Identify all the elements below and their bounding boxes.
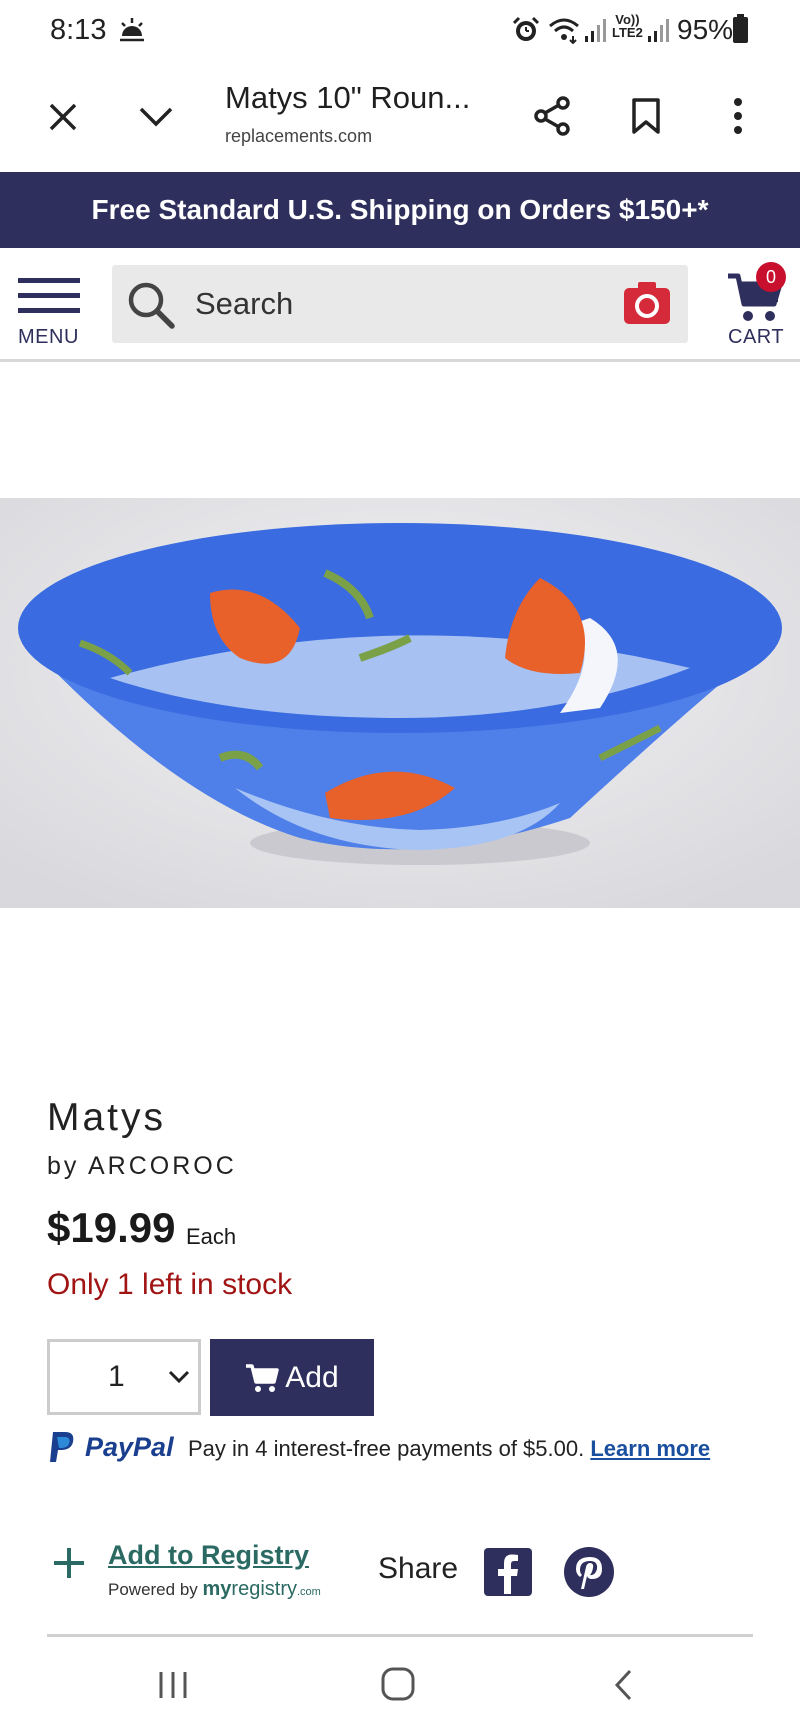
facebook-share-button[interactable] bbox=[484, 1548, 532, 1596]
share-label: Share bbox=[378, 1552, 459, 1585]
quantity-select[interactable]: 1 bbox=[47, 1339, 201, 1415]
promo-text: Free Standard U.S. Shipping on Orders $1… bbox=[91, 194, 709, 225]
price-unit: Each bbox=[186, 1224, 237, 1249]
share-button[interactable] bbox=[526, 90, 578, 142]
battery-percent: 95% bbox=[677, 14, 734, 45]
paypal-installment-text: Pay in 4 interest-free payments of $5.00… bbox=[188, 1436, 585, 1461]
myregistry-logo: myregistry bbox=[203, 1578, 297, 1600]
cart-count-badge: 0 bbox=[756, 262, 786, 292]
bowl-illustration bbox=[0, 498, 800, 908]
battery-icon bbox=[733, 14, 748, 43]
learn-more-link[interactable]: Learn more bbox=[590, 1436, 710, 1461]
menu-label: MENU bbox=[18, 326, 79, 348]
product-name: Matys bbox=[47, 1096, 167, 1139]
chevron-down-icon bbox=[168, 1370, 190, 1384]
add-to-cart-button[interactable]: Add bbox=[210, 1339, 374, 1416]
myregistry-registry: registry bbox=[231, 1578, 297, 1600]
registry-powered-by: Powered by myregistry.com bbox=[108, 1578, 321, 1601]
add-button-label: Add bbox=[285, 1360, 339, 1394]
hamburger-line bbox=[18, 293, 80, 298]
hamburger-line bbox=[18, 308, 80, 313]
cart-icon bbox=[246, 1363, 280, 1392]
product-price: $19.99 bbox=[47, 1204, 176, 1251]
recent-apps-button[interactable] bbox=[155, 1668, 191, 1707]
search-input[interactable] bbox=[195, 265, 595, 343]
home-button[interactable] bbox=[380, 1666, 416, 1707]
back-button[interactable] bbox=[612, 1668, 636, 1707]
chevron-down-icon bbox=[139, 107, 173, 127]
search-icon bbox=[126, 280, 176, 335]
bookmark-icon bbox=[632, 98, 660, 134]
add-to-registry-link[interactable]: Add to Registry bbox=[108, 1540, 309, 1571]
browser-toolbar bbox=[0, 62, 800, 172]
paypal-logo: PayPal bbox=[47, 1430, 174, 1464]
myregistry-com: .com bbox=[297, 1586, 321, 1598]
page-title: Matys 10" Roun... bbox=[225, 80, 471, 115]
clock: 8:13 bbox=[50, 14, 107, 46]
quantity-value: 1 bbox=[108, 1360, 125, 1393]
more-vert-icon bbox=[734, 98, 742, 134]
section-divider bbox=[47, 1634, 753, 1637]
volte-indicator: Vo)) LTE2 bbox=[612, 12, 643, 40]
powered-by-label: Powered by bbox=[108, 1580, 198, 1599]
signal-strength-icon bbox=[583, 16, 607, 49]
shipping-promo-banner[interactable]: Free Standard U.S. Shipping on Orders $1… bbox=[0, 172, 800, 248]
recents-icon bbox=[159, 1672, 187, 1698]
product-image[interactable] bbox=[0, 498, 800, 908]
product-brand: by ARCOROC bbox=[47, 1152, 237, 1180]
paypal-message: Pay in 4 interest-free payments of $5.00… bbox=[188, 1436, 710, 1462]
pinterest-share-button[interactable] bbox=[564, 1547, 614, 1597]
more-options-button[interactable] bbox=[712, 90, 764, 142]
paypal-icon bbox=[50, 1432, 74, 1462]
camera-icon bbox=[624, 282, 670, 324]
back-icon bbox=[614, 1669, 632, 1701]
share-icon bbox=[534, 96, 570, 136]
bookmark-button[interactable] bbox=[620, 90, 672, 142]
close-icon bbox=[49, 103, 77, 131]
pinterest-icon bbox=[576, 1557, 602, 1589]
alarm-icon bbox=[512, 16, 540, 49]
facebook-icon bbox=[498, 1554, 518, 1594]
page-domain: replacements.com bbox=[225, 126, 373, 146]
myregistry-my: my bbox=[202, 1578, 232, 1600]
hamburger-icon bbox=[18, 278, 80, 283]
plus-icon[interactable] bbox=[52, 1546, 86, 1585]
weather-icon bbox=[118, 16, 146, 49]
paypal-wordmark: PayPal bbox=[85, 1431, 174, 1462]
signal-strength-icon-2 bbox=[646, 16, 670, 49]
cart-button[interactable]: 0 CART bbox=[718, 262, 798, 354]
stock-status: Only 1 left in stock bbox=[47, 1268, 293, 1301]
wifi-icon bbox=[548, 16, 580, 49]
cart-label: CART bbox=[728, 326, 785, 348]
collapse-button[interactable] bbox=[131, 92, 181, 142]
menu-button[interactable]: MENU bbox=[14, 274, 84, 354]
camera-search-button[interactable] bbox=[622, 280, 672, 326]
close-button[interactable] bbox=[38, 92, 88, 142]
home-icon bbox=[381, 1667, 415, 1701]
